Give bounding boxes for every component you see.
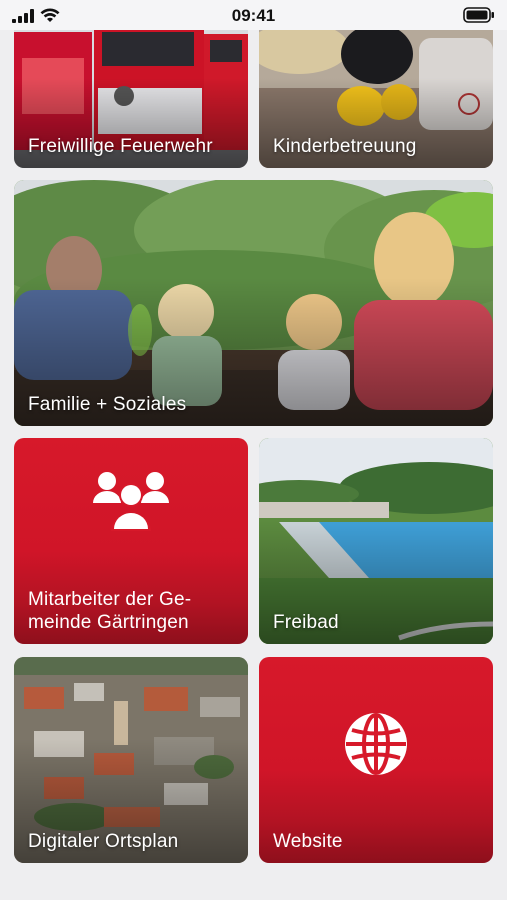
- globe-icon-wrap: [259, 711, 493, 777]
- tile-mitarbeiter[interactable]: Mitarbeiter der Ge- meinde Gärtringen: [14, 438, 248, 644]
- tile-freibad[interactable]: Freibad: [259, 438, 493, 644]
- status-right: [463, 7, 495, 28]
- tile-label: Freiwillige Feuerwehr: [28, 136, 213, 157]
- tile-website[interactable]: Website: [259, 657, 493, 863]
- tile-label: Digitaler Ortsplan: [28, 831, 179, 852]
- people-icon: [93, 472, 169, 531]
- status-time: 09:41: [231, 6, 276, 25]
- tile-familie-soziales[interactable]: Familie + Soziales: [14, 180, 493, 426]
- tile-label: Mitarbeiter der Ge- meinde Gärtringen: [28, 589, 192, 633]
- tile-label: Freibad: [273, 612, 339, 633]
- globe-icon: [345, 713, 407, 775]
- people-icon-wrap: [14, 469, 248, 533]
- tile-freiwillige-feuerwehr[interactable]: Freiwillige Feuerwehr: [14, 18, 248, 168]
- status-bar: 09:41: [0, 0, 507, 30]
- tile-label: Familie + Soziales: [28, 394, 187, 415]
- battery-icon: [463, 7, 494, 23]
- tile-label: Kinderbetreuung: [273, 136, 417, 157]
- tile-kinderbetreuung[interactable]: Kinderbetreuung: [259, 18, 493, 168]
- tile-digitaler-ortsplan[interactable]: Digitaler Ortsplan: [14, 657, 248, 863]
- tile-label: Website: [273, 831, 343, 852]
